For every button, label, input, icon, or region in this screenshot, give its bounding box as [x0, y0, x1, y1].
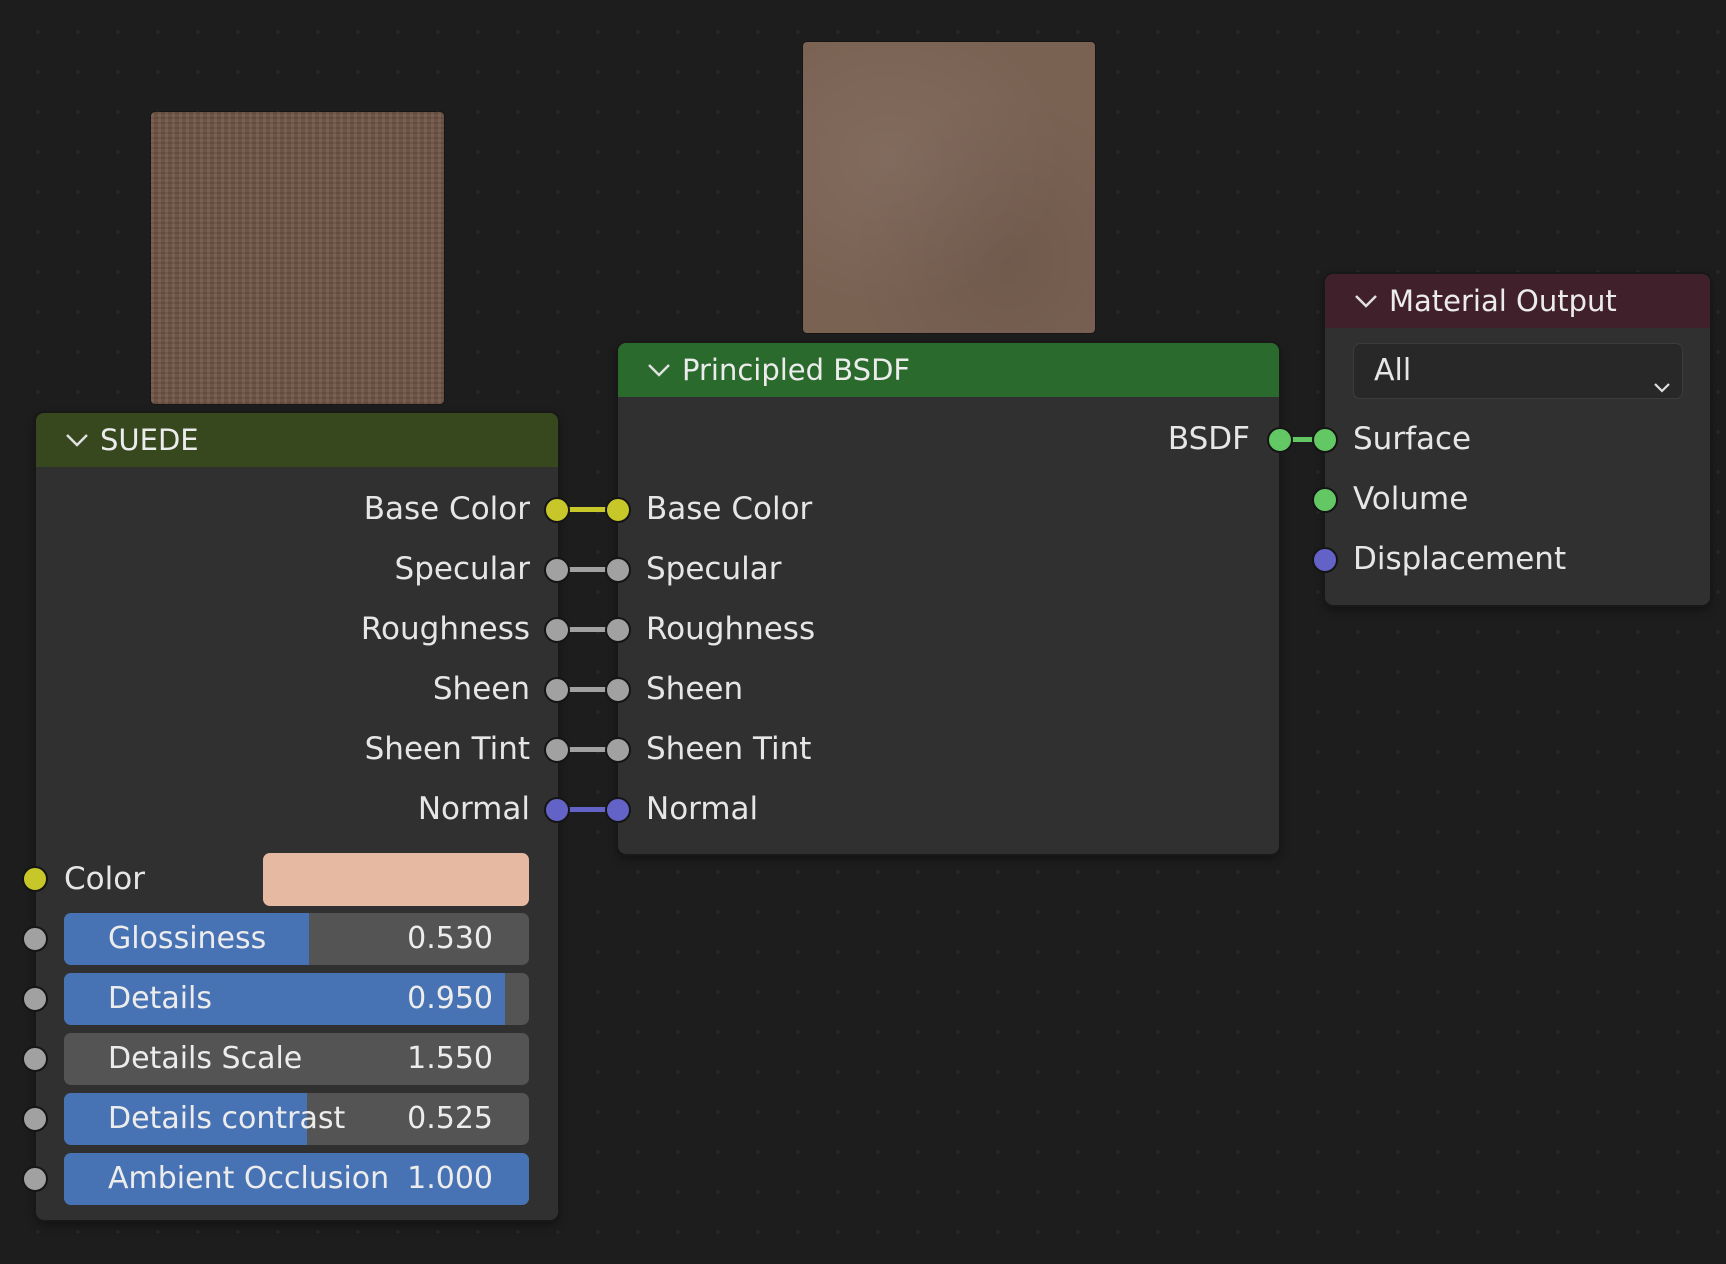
bsdf-specular-socket[interactable] [605, 557, 631, 583]
bsdf-input-roughness: Roughness [646, 611, 816, 647]
field-value: 0.530 [407, 921, 493, 956]
bsdf-sheen-socket[interactable] [605, 677, 631, 703]
chevron-down-icon [1652, 361, 1672, 393]
field-label: Details Scale [108, 1041, 303, 1076]
suede-sheen-socket[interactable] [544, 677, 570, 703]
field-label: Glossiness [108, 921, 267, 956]
suede-output-sheen: Sheen [432, 671, 530, 707]
surface-socket[interactable] [1312, 427, 1338, 453]
chevron-down-icon[interactable] [64, 427, 90, 453]
bsdf-roughness-socket[interactable] [605, 617, 631, 643]
details-scale-socket[interactable] [22, 1046, 48, 1072]
node-title: Material Output [1389, 284, 1617, 318]
suede-output-specular: Specular [394, 551, 530, 587]
suede-roughness-socket[interactable] [544, 617, 570, 643]
suede-output-roughness: Roughness [360, 611, 530, 647]
details-contrast-field[interactable]: Details contrast 0.525 [64, 1093, 529, 1145]
suede-output-normal: Normal [417, 791, 530, 827]
glossiness-socket[interactable] [22, 926, 48, 952]
bsdf-input-normal: Normal [646, 791, 759, 827]
field-value: 0.950 [407, 981, 493, 1016]
displacement-socket[interactable] [1312, 547, 1338, 573]
volume-socket[interactable] [1312, 487, 1338, 513]
color-swatch[interactable] [263, 853, 529, 906]
field-label: Details [108, 981, 213, 1016]
suede-normal-socket[interactable] [544, 797, 570, 823]
chevron-down-icon[interactable] [1353, 288, 1379, 314]
node-title: SUEDE [100, 423, 199, 457]
node-title: Principled BSDF [682, 353, 911, 387]
suede-output-sheen-tint: Sheen Tint [364, 731, 530, 767]
suede-input-color-socket[interactable] [22, 866, 48, 892]
material-output-input-surface: Surface [1353, 421, 1472, 457]
dropdown-value: All [1374, 353, 1412, 388]
bsdf-output-label: BSDF [1167, 421, 1250, 457]
suede-sheen-tint-socket[interactable] [544, 737, 570, 763]
principled-bsdf-header[interactable]: Principled BSDF [618, 343, 1279, 397]
details-scale-field[interactable]: Details Scale 1.550 [64, 1033, 529, 1085]
suede-texture-preview [151, 112, 444, 404]
details-field[interactable]: Details 0.950 [64, 973, 529, 1025]
target-dropdown[interactable]: All [1353, 343, 1683, 399]
principled-bsdf-preview [803, 42, 1095, 333]
field-value: 1.000 [407, 1161, 493, 1196]
bsdf-input-sheen-tint: Sheen Tint [646, 731, 812, 767]
field-label: Ambient Occlusion [108, 1161, 390, 1196]
chevron-down-icon[interactable] [646, 357, 672, 383]
bsdf-input-sheen: Sheen [646, 671, 744, 707]
suede-base-color-socket[interactable] [544, 497, 570, 523]
bsdf-output-socket[interactable] [1267, 427, 1293, 453]
details-contrast-socket[interactable] [22, 1106, 48, 1132]
material-output-header[interactable]: Material Output [1325, 274, 1710, 328]
suede-input-color-label: Color [64, 861, 145, 897]
material-output-input-volume: Volume [1353, 481, 1469, 517]
glossiness-field[interactable]: Glossiness 0.530 [64, 913, 529, 965]
field-value: 0.525 [407, 1101, 493, 1136]
suede-output-base-color: Base Color [363, 491, 530, 527]
bsdf-normal-socket[interactable] [605, 797, 631, 823]
bsdf-input-base-color: Base Color [646, 491, 813, 527]
bsdf-base-color-socket[interactable] [605, 497, 631, 523]
bsdf-input-specular: Specular [646, 551, 782, 587]
details-socket[interactable] [22, 986, 48, 1012]
ambient-occlusion-field[interactable]: Ambient Occlusion 1.000 [64, 1153, 529, 1205]
bsdf-sheen-tint-socket[interactable] [605, 737, 631, 763]
material-output-input-displacement: Displacement [1353, 541, 1567, 577]
suede-specular-socket[interactable] [544, 557, 570, 583]
field-label: Details contrast [108, 1101, 346, 1136]
ambient-occlusion-socket[interactable] [22, 1166, 48, 1192]
field-value: 1.550 [407, 1041, 493, 1076]
suede-node-header[interactable]: SUEDE [36, 413, 558, 467]
